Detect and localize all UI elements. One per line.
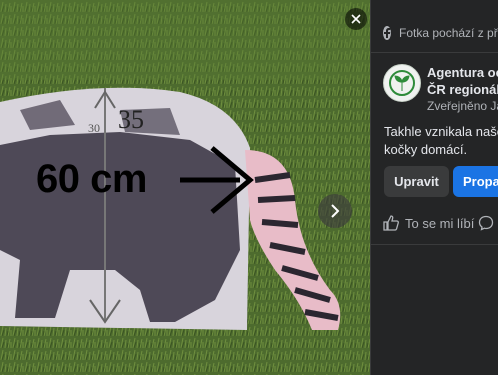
close-icon <box>351 14 361 24</box>
size-label: 60 cm <box>36 157 147 201</box>
svg-text:30: 30 <box>88 121 100 135</box>
photo-area[interactable]: 35 30 60 cm <box>0 0 370 375</box>
leaf-logo-icon <box>389 70 415 96</box>
post-text-line1: Takhle vznikala naše <box>384 124 498 139</box>
chevron-right-icon <box>331 204 340 218</box>
post-text-line2: kočky domácí. <box>384 142 468 157</box>
facebook-icon <box>383 26 391 40</box>
like-label: To se mi líbí <box>405 215 475 231</box>
like-button[interactable]: To se mi líbí <box>383 215 494 231</box>
promote-button[interactable]: Propa <box>453 166 498 197</box>
post-date[interactable]: Zveřejněno Ja <box>427 98 498 115</box>
author-name-line2[interactable]: ČR regionáln <box>427 81 498 98</box>
post-text: Takhle vznikala naše kočky domácí. <box>384 123 498 159</box>
source-info-bar[interactable]: Fotka pochází z pří <box>371 18 498 48</box>
author-name-line1[interactable]: Agentura oc <box>427 64 498 81</box>
divider <box>371 244 498 245</box>
close-button[interactable] <box>345 8 367 30</box>
photo-viewer: 35 30 60 cm Fotka pochází z pří Agentura… <box>0 0 498 375</box>
divider <box>371 52 498 53</box>
svg-text:35: 35 <box>118 105 144 134</box>
post-author[interactable]: Agentura oc ČR regionáln Zveřejněno Ja <box>383 64 498 115</box>
post-side-panel: Fotka pochází z pří Agentura oc ČR regio… <box>370 0 498 375</box>
comment-icon[interactable] <box>478 215 494 231</box>
next-photo-button[interactable] <box>318 194 352 228</box>
thumbs-up-icon <box>383 215 399 231</box>
source-info-text: Fotka pochází z pří <box>399 26 498 40</box>
edit-button[interactable]: Upravit <box>384 166 449 197</box>
avatar[interactable] <box>383 64 421 102</box>
